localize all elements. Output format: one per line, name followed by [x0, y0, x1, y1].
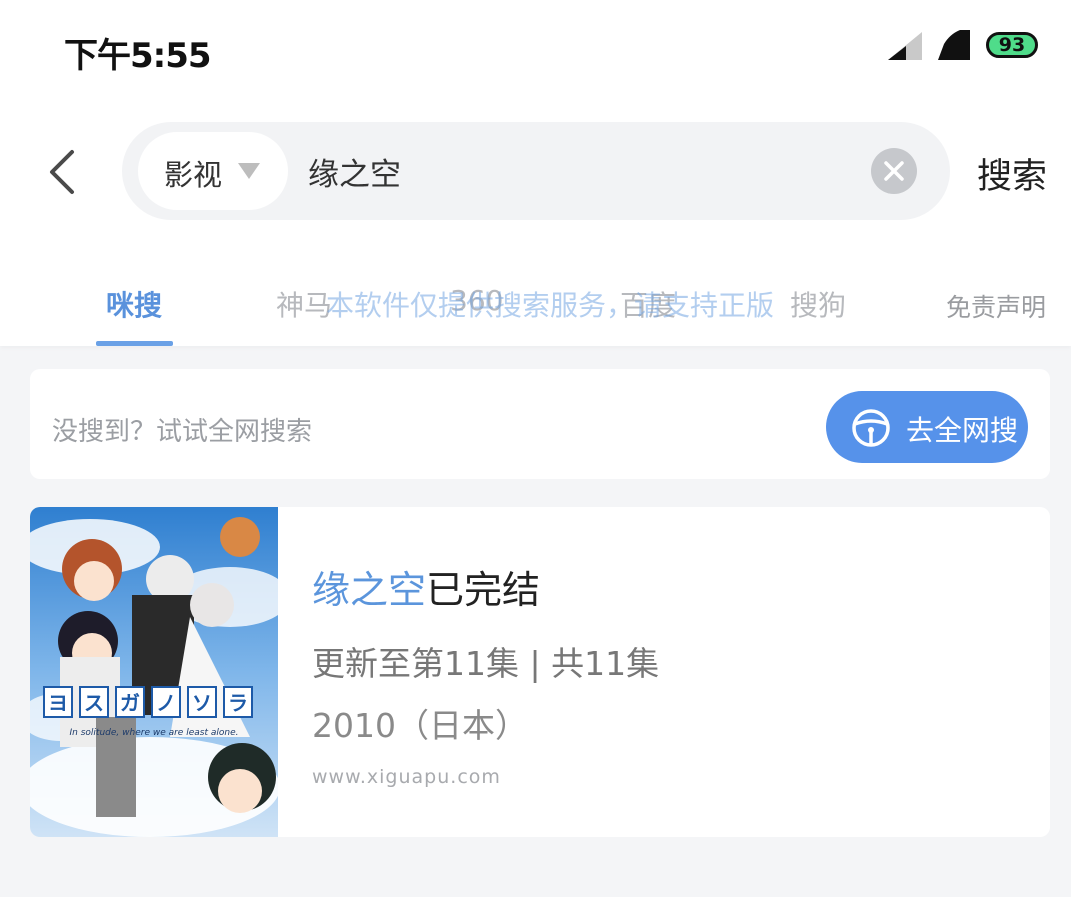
signal-icon [938, 30, 970, 60]
steering-wheel-icon [852, 409, 890, 447]
svg-text:ガ: ガ [120, 691, 140, 715]
title-status: 已完结 [426, 568, 541, 612]
tab-sogou[interactable]: 搜狗 [790, 284, 846, 324]
source-url: www.xiguapu.com [312, 766, 501, 788]
signal-icon [888, 32, 922, 60]
svg-text:ソ: ソ [192, 691, 212, 715]
web-search-label: 去全网搜 [906, 414, 1019, 447]
web-search-hint: 没搜到？试试全网搜索 [52, 417, 313, 447]
title-highlight: 缘之空 [312, 568, 427, 612]
svg-text:ラ: ラ [228, 691, 248, 715]
category-label: 影视 [164, 158, 223, 192]
watermark-text: 本软件仅提供搜索服务，请支持正版 [326, 289, 775, 322]
clear-icon[interactable] [871, 148, 917, 194]
tab-shenma[interactable]: 神马 [276, 284, 332, 324]
result-title[interactable]: 缘之空已完结 [312, 559, 540, 614]
search-input[interactable] [308, 146, 848, 196]
svg-text:ノ: ノ [156, 691, 176, 715]
caret-down-icon [238, 163, 260, 179]
web-search-card: 没搜到？试试全网搜索 去全网搜 [30, 369, 1050, 479]
active-tab-indicator [96, 341, 173, 346]
battery-icon: 93 [986, 32, 1038, 58]
search-button[interactable]: 搜索 [977, 148, 1047, 199]
episode-info: 更新至第11集 | 共11集 [312, 644, 660, 683]
svg-text:In solitude, where we are leas: In solitude, where we are least alone. [70, 728, 239, 738]
status-time: 下午5:55 [64, 36, 212, 76]
svg-text:ヨ: ヨ [48, 691, 68, 715]
svg-text:ス: ス [84, 691, 104, 715]
category-dropdown[interactable]: 影视 [138, 132, 288, 210]
result-card[interactable]: ヨ ス ガ ノ ソ ラ In solitude, where we are le… [30, 507, 1050, 837]
web-search-button[interactable]: 去全网搜 [826, 391, 1028, 463]
tab-misou[interactable]: 咪搜 [106, 284, 162, 324]
back-arrow-icon[interactable] [44, 148, 84, 196]
year-region: 2010（日本） [312, 706, 528, 745]
poster-image[interactable]: ヨ ス ガ ノ ソ ラ In solitude, where we are le… [30, 507, 278, 837]
disclaimer-link[interactable]: 免责声明 [946, 288, 1046, 324]
